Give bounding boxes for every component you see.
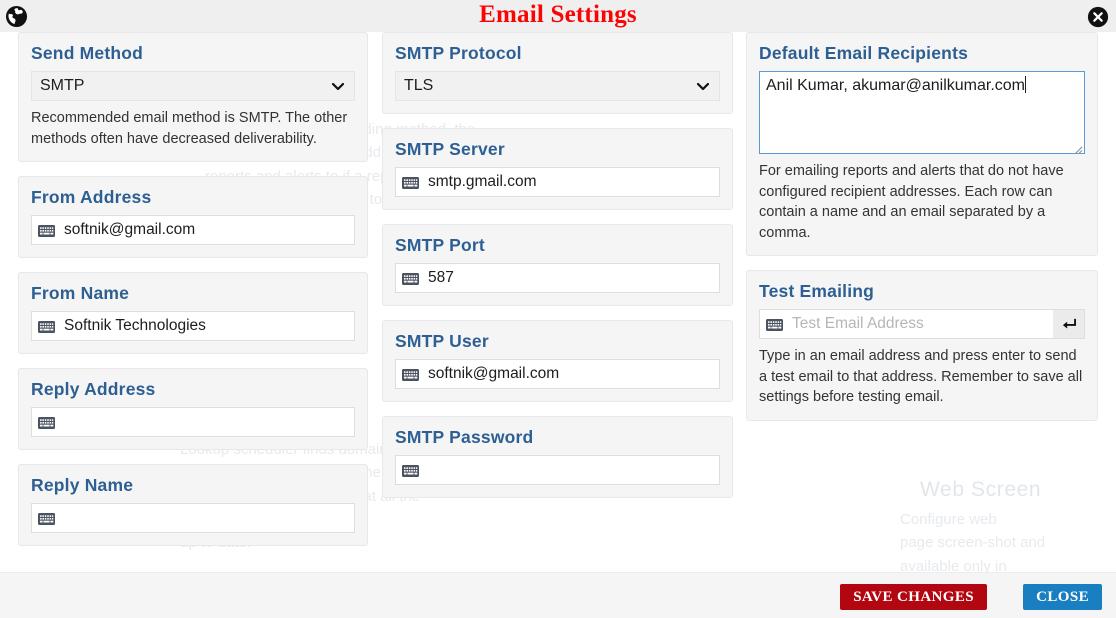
- send-method-help: Recommended email method is SMTP. The ot…: [31, 110, 348, 147]
- smtp-server-value: smtp.gmail.com: [428, 173, 537, 190]
- panel-default-email-recipients: Default Email Recipients Anil Kumar, aku…: [746, 32, 1098, 257]
- chevron-down-icon: [330, 78, 346, 94]
- panel-send-method: Send Method SMTP Recommended email method …: [18, 32, 368, 163]
- smtp-protocol-select[interactable]: TLS: [395, 71, 720, 101]
- panel-title: Send Method: [31, 43, 144, 63]
- reply-address-input[interactable]: [31, 407, 355, 438]
- panel-from-address: From Address softnik@gmail.com: [18, 176, 368, 259]
- keyboard-icon: [402, 464, 419, 477]
- smtp-server-input[interactable]: smtp.gmail.com: [395, 167, 720, 197]
- dialog-titlebar: Email Settings: [0, 0, 1116, 32]
- panel-title: From Name: [31, 283, 130, 304]
- panel-title: Test Emailing: [759, 281, 875, 302]
- default-recipients-textarea[interactable]: Anil Kumar, akumar@anilkumar.com: [759, 71, 1085, 154]
- column-middle: SMTP Protocol TLS SMTP Server smtp.gmail.co…: [382, 32, 733, 512]
- panel-smtp-password: SMTP Password: [382, 416, 733, 498]
- panel-smtp-protocol: SMTP Protocol TLS: [382, 32, 733, 114]
- close-icon[interactable]: [1087, 6, 1109, 28]
- keyboard-icon: [38, 224, 55, 238]
- keyboard-icon: [402, 176, 419, 189]
- smtp-port-value: 587: [428, 269, 454, 286]
- reply-name-input[interactable]: [31, 503, 355, 534]
- panel-from-name: From Name Softnik Technologies: [18, 272, 368, 355]
- keyboard-icon: [402, 368, 419, 381]
- smtp-user-input[interactable]: softnik@gmail.com: [395, 359, 720, 389]
- enter-arrow-icon[interactable]: [1053, 309, 1085, 340]
- send-method-value: SMTP: [40, 77, 85, 94]
- smtp-port-input[interactable]: 587: [395, 263, 720, 293]
- dialog-title: Email Settings: [479, 1, 637, 28]
- keyboard-icon: [38, 416, 55, 430]
- from-address-value: softnik@gmail.com: [64, 221, 196, 239]
- test-email-placeholder: Test Email Address: [792, 315, 924, 333]
- resize-handle-icon[interactable]: [1072, 141, 1083, 153]
- keyboard-icon: [766, 318, 783, 332]
- panel-title: SMTP Server: [395, 139, 505, 159]
- email-settings-dialog: Email SettingsConfigure the email sendin…: [0, 0, 1116, 618]
- chevron-down-icon: [695, 78, 711, 94]
- panel-reply-address: Reply Address: [18, 368, 368, 451]
- dialog-footer: SAVE CHANGES CLOSE: [0, 572, 1116, 618]
- panel-title: Default Email Recipients: [759, 43, 969, 63]
- from-name-value: Softnik Technologies: [64, 317, 206, 335]
- panel-reply-name: Reply Name: [18, 464, 368, 547]
- keyboard-icon: [402, 272, 419, 285]
- smtp-user-value: softnik@gmail.com: [428, 365, 560, 382]
- from-address-input[interactable]: softnik@gmail.com: [31, 215, 355, 246]
- from-name-input[interactable]: Softnik Technologies: [31, 311, 355, 342]
- panel-title: SMTP User: [395, 331, 489, 351]
- panel-title: Reply Address: [31, 379, 156, 400]
- test-email-row: Test Email Address: [759, 309, 1085, 340]
- settings-body: Send Method SMTP Recommended email method …: [0, 32, 1116, 572]
- default-recipients-help: For emailing reports and alerts that do …: [759, 163, 1064, 241]
- panel-smtp-user: SMTP User softnik@gmail.com: [382, 320, 733, 402]
- test-emailing-help: Type in an email address and press enter…: [759, 348, 1083, 406]
- keyboard-icon: [38, 512, 55, 526]
- panel-title: SMTP Password: [395, 427, 534, 447]
- panel-title: Reply Name: [31, 475, 134, 496]
- smtp-protocol-value: TLS: [404, 77, 434, 94]
- keyboard-icon: [38, 320, 55, 334]
- panel-smtp-port: SMTP Port 587: [382, 224, 733, 306]
- column-left: Send Method SMTP Recommended email method …: [18, 32, 368, 560]
- panel-title: SMTP Protocol: [395, 43, 522, 63]
- send-method-select[interactable]: SMTP: [31, 71, 355, 101]
- default-recipients-value: Anil Kumar, akumar@anilkumar.com: [766, 77, 1025, 94]
- save-changes-button[interactable]: SAVE CHANGES: [840, 584, 987, 610]
- text-caret: [1025, 76, 1026, 93]
- panel-title: SMTP Port: [395, 235, 485, 255]
- test-email-input[interactable]: Test Email Address: [759, 309, 1053, 340]
- smtp-password-input[interactable]: [395, 455, 720, 485]
- column-right: Default Email Recipients Anil Kumar, aku…: [746, 32, 1098, 435]
- panel-smtp-server: SMTP Server smtp.gmail.com: [382, 128, 733, 210]
- panel-test-emailing: Test Emailing Test Email Address Type in…: [746, 270, 1098, 422]
- panel-title: From Address: [31, 187, 152, 208]
- close-button[interactable]: CLOSE: [1023, 584, 1102, 610]
